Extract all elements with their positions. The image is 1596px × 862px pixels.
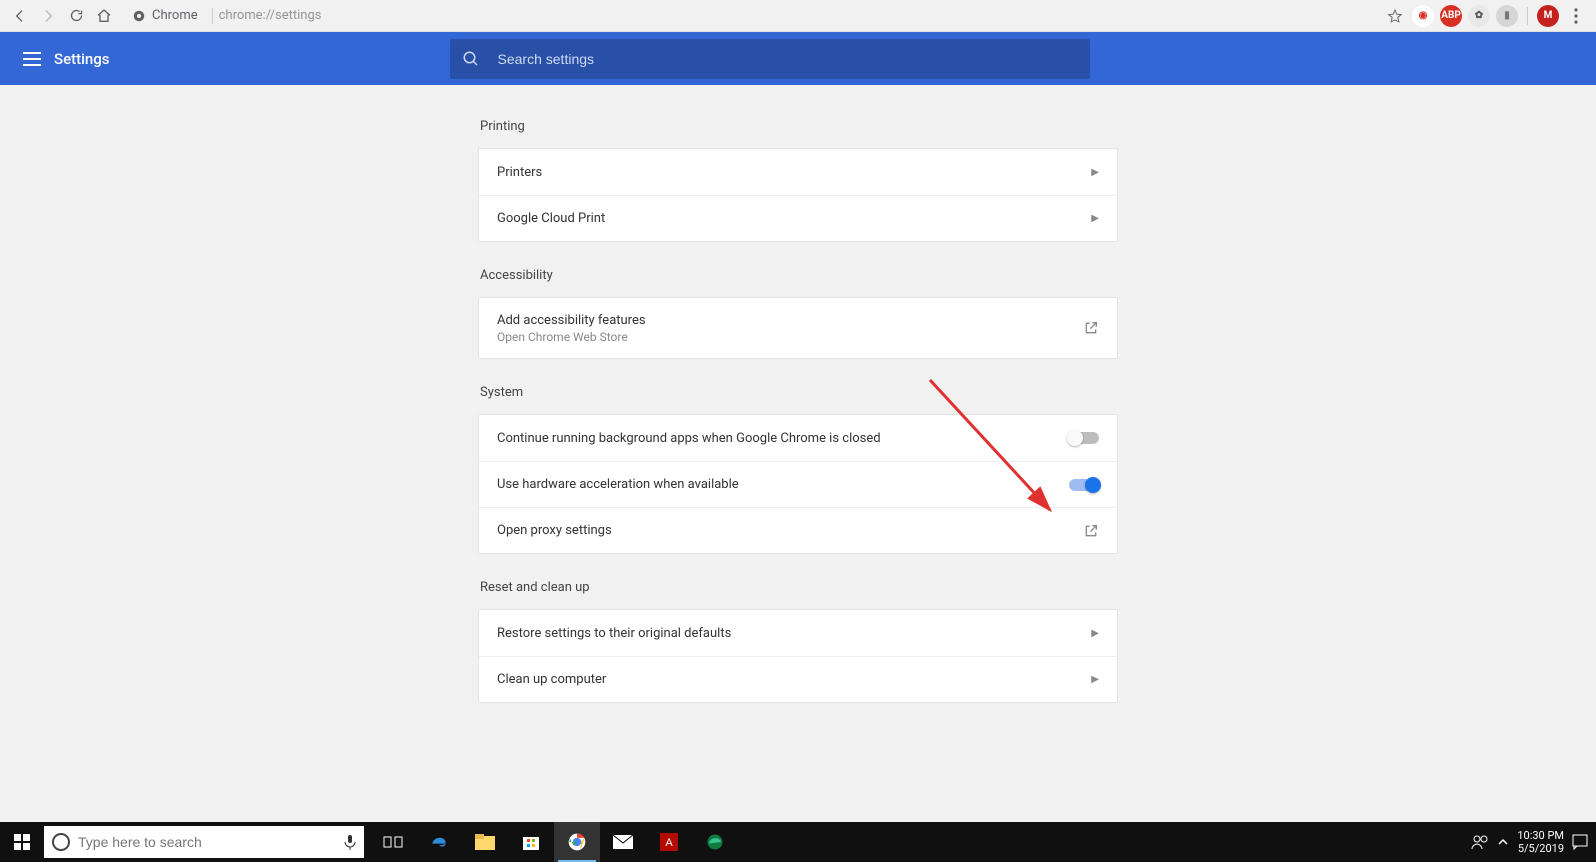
external-link-icon bbox=[1083, 320, 1099, 336]
site-chip-label: Chrome bbox=[152, 8, 198, 23]
ublock-ext-icon[interactable]: ◉ bbox=[1412, 5, 1434, 27]
accessibility-label: Add accessibility features bbox=[497, 313, 646, 328]
restore-defaults-label: Restore settings to their original defau… bbox=[497, 626, 731, 641]
printing-card: Printers ▶ Google Cloud Print ▶ bbox=[478, 148, 1118, 242]
cortana-icon bbox=[52, 833, 70, 851]
site-chip[interactable]: Chrome bbox=[124, 4, 206, 28]
chevron-right-icon: ▶ bbox=[1091, 213, 1099, 224]
printers-label: Printers bbox=[497, 165, 542, 180]
settings-header: Settings bbox=[0, 32, 1596, 85]
search-icon bbox=[462, 50, 480, 68]
taskbar-pinned: A bbox=[370, 822, 738, 862]
taskbar-search-input[interactable] bbox=[78, 834, 338, 850]
file-explorer-icon[interactable] bbox=[462, 822, 508, 862]
settings-search-input[interactable] bbox=[498, 51, 1078, 67]
task-view-icon[interactable] bbox=[370, 822, 416, 862]
start-button[interactable] bbox=[0, 822, 44, 862]
svg-text:A: A bbox=[665, 837, 673, 849]
background-apps-row[interactable]: Continue running background apps when Go… bbox=[479, 415, 1117, 461]
forward-button[interactable] bbox=[34, 2, 62, 30]
printers-row[interactable]: Printers ▶ bbox=[479, 149, 1117, 195]
url-text[interactable]: chrome://settings bbox=[219, 8, 322, 23]
section-title-reset: Reset and clean up bbox=[480, 580, 1116, 595]
tray-chevron-icon[interactable] bbox=[1497, 836, 1509, 848]
proxy-label: Open proxy settings bbox=[497, 523, 612, 538]
home-button[interactable] bbox=[90, 2, 118, 30]
mail-icon[interactable] bbox=[600, 822, 646, 862]
chevron-right-icon: ▶ bbox=[1091, 167, 1099, 178]
clock-date: 5/5/2019 bbox=[1517, 842, 1564, 855]
cloud-print-label: Google Cloud Print bbox=[497, 211, 605, 226]
accessibility-row[interactable]: Add accessibility features Open Chrome W… bbox=[479, 298, 1117, 358]
notifications-icon[interactable] bbox=[1572, 834, 1588, 850]
system-card: Continue running background apps when Go… bbox=[478, 414, 1118, 554]
section-title-accessibility: Accessibility bbox=[480, 268, 1116, 283]
cleanup-row[interactable]: Clean up computer ▶ bbox=[479, 656, 1117, 702]
chevron-right-icon: ▶ bbox=[1091, 674, 1099, 685]
background-apps-label: Continue running background apps when Go… bbox=[497, 431, 881, 446]
extension-divider bbox=[1527, 7, 1528, 25]
abp-ext-icon[interactable]: ABP bbox=[1440, 5, 1462, 27]
clock[interactable]: 10:30 PM 5/5/2019 bbox=[1517, 829, 1564, 855]
clock-time: 10:30 PM bbox=[1517, 829, 1564, 842]
system-tray: 10:30 PM 5/5/2019 bbox=[1471, 829, 1596, 855]
bookmark-star-icon[interactable] bbox=[1381, 8, 1409, 24]
gear-ext-icon[interactable]: ✿ bbox=[1468, 5, 1490, 27]
accessibility-card: Add accessibility features Open Chrome W… bbox=[478, 297, 1118, 359]
settings-search[interactable] bbox=[450, 39, 1090, 79]
hardware-accel-toggle[interactable] bbox=[1069, 479, 1099, 491]
section-title-printing: Printing bbox=[480, 119, 1116, 134]
external-link-icon bbox=[1083, 523, 1099, 539]
store-icon[interactable] bbox=[508, 822, 554, 862]
people-icon[interactable] bbox=[1471, 834, 1489, 850]
edge-beta-icon[interactable] bbox=[692, 822, 738, 862]
background-apps-toggle[interactable] bbox=[1069, 432, 1099, 444]
section-title-system: System bbox=[480, 385, 1116, 400]
profile-avatar[interactable]: M bbox=[1537, 5, 1559, 27]
mic-icon[interactable] bbox=[344, 834, 356, 850]
chrome-menu-button[interactable] bbox=[1562, 8, 1590, 24]
proxy-row[interactable]: Open proxy settings bbox=[479, 507, 1117, 553]
restore-defaults-row[interactable]: Restore settings to their original defau… bbox=[479, 610, 1117, 656]
cloud-print-row[interactable]: Google Cloud Print ▶ bbox=[479, 195, 1117, 241]
address-separator bbox=[212, 8, 213, 24]
hardware-accel-row[interactable]: Use hardware acceleration when available bbox=[479, 461, 1117, 507]
browser-address-bar: Chrome chrome://settings ◉ ABP ✿ ▮ M bbox=[0, 0, 1596, 32]
acrobat-icon[interactable]: A bbox=[646, 822, 692, 862]
page-title: Settings bbox=[54, 50, 110, 68]
ext-icon-4[interactable]: ▮ bbox=[1496, 5, 1518, 27]
reset-card: Restore settings to their original defau… bbox=[478, 609, 1118, 703]
chrome-taskbar-icon[interactable] bbox=[554, 822, 600, 862]
menu-icon[interactable] bbox=[18, 52, 46, 66]
edge-icon[interactable] bbox=[416, 822, 462, 862]
settings-content[interactable]: Printing Printers ▶ Google Cloud Print ▶… bbox=[0, 85, 1596, 822]
cleanup-label: Clean up computer bbox=[497, 672, 606, 687]
chevron-right-icon: ▶ bbox=[1091, 628, 1099, 639]
windows-taskbar: A 10:30 PM 5/5/2019 bbox=[0, 822, 1596, 862]
taskbar-search[interactable] bbox=[44, 826, 364, 858]
back-button[interactable] bbox=[6, 2, 34, 30]
accessibility-sub: Open Chrome Web Store bbox=[497, 330, 646, 344]
reload-button[interactable] bbox=[62, 2, 90, 30]
hardware-accel-label: Use hardware acceleration when available bbox=[497, 477, 739, 492]
